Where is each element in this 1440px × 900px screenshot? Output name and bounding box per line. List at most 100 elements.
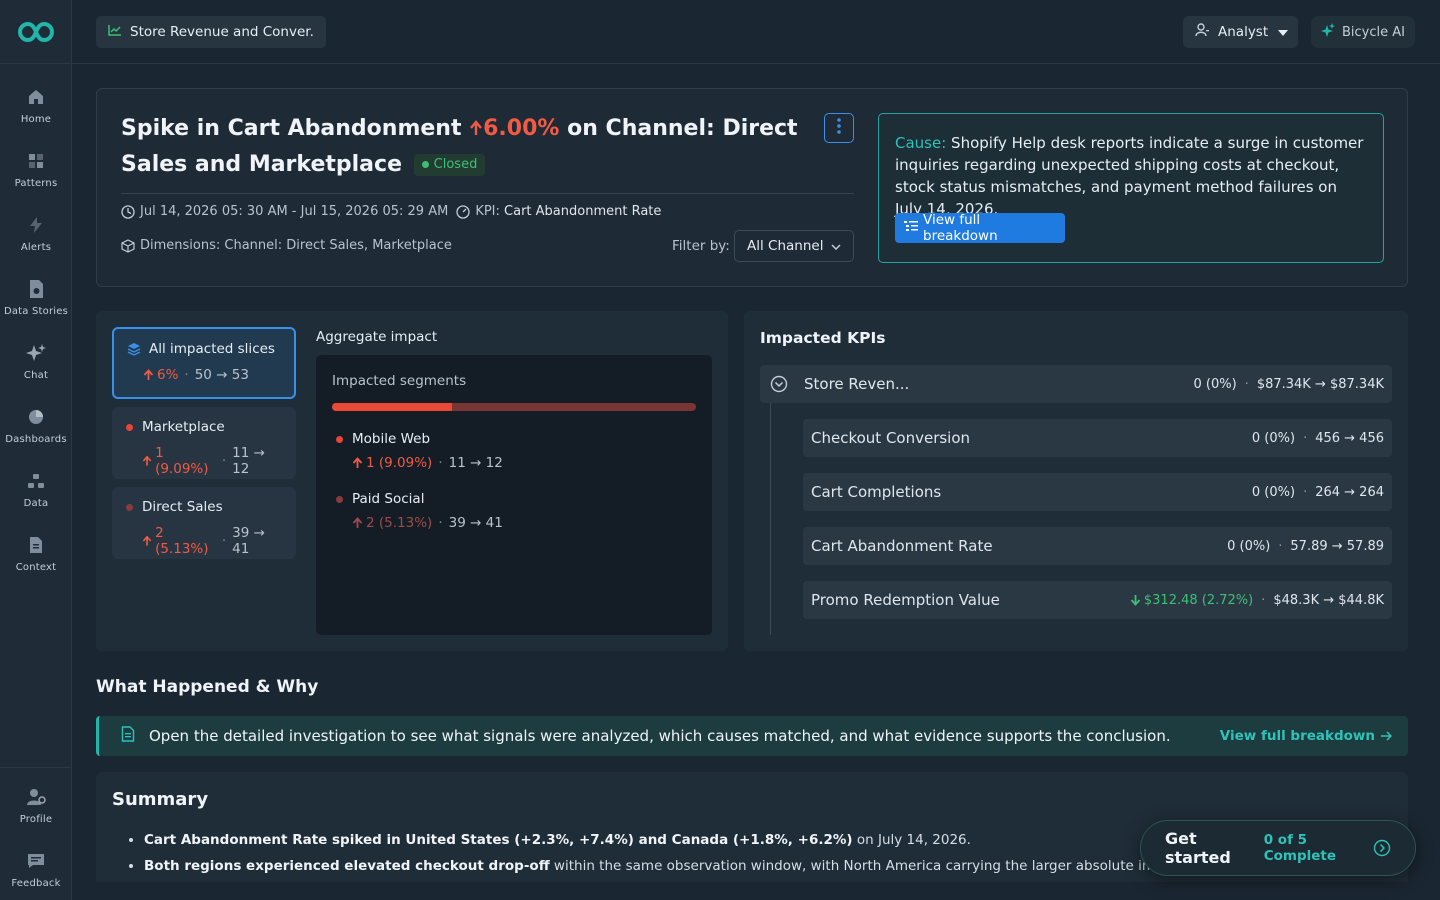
kpi-range: 456 → 456 — [1315, 430, 1384, 446]
sidebar: Home Patterns Alerts Data Stories Chat D… — [0, 0, 72, 900]
color-dot — [336, 495, 343, 503]
status-dot — [421, 161, 429, 168]
impacted-kpis-heading: Impacted KPIs — [760, 329, 886, 347]
role-label: Analyst — [1218, 24, 1269, 40]
separator: · — [221, 533, 227, 549]
slice-direct-sales[interactable]: Direct Sales 2 (5.13%) · 39 → 41 — [112, 487, 296, 559]
color-dot — [336, 435, 343, 443]
view-full-breakdown-button[interactable]: View full breakdown — [895, 212, 1065, 244]
sidebar-item-home[interactable]: Home — [0, 86, 72, 125]
segment-change: 1 (9.09%) — [352, 455, 432, 471]
color-dot — [126, 503, 133, 511]
kpi-name: Cart Completions — [811, 483, 942, 501]
get-started-widget[interactable]: Get started 0 of 5 Complete — [1140, 820, 1416, 876]
title-change-value: 6.00% — [483, 116, 560, 141]
slice-values: 2 (5.13%) · 39 → 41 — [126, 525, 282, 557]
kpi-row-parent[interactable]: Store Reven... 0 (0%) · $87.34K → $87.34K — [760, 365, 1392, 403]
document-icon — [25, 534, 47, 556]
view-full-breakdown-link[interactable]: View full breakdown — [1220, 728, 1392, 744]
more-options-button[interactable] — [824, 113, 854, 143]
segment-mobile-web: Mobile Web 1 (9.09%) · 11 → 12 — [336, 431, 503, 471]
slice-values: 6% · 50 → 53 — [127, 367, 281, 383]
kpi-values: 0 (0%) · 456 → 456 — [1252, 431, 1384, 446]
filter-label: Filter by: — [672, 238, 730, 254]
kpi-change: 0 (0%) — [1251, 484, 1296, 500]
segment-values: 2 (5.13%) · 39 → 41 — [336, 515, 503, 531]
sidebar-item-data-stories[interactable]: Data Stories — [0, 278, 72, 317]
kpi-value: Cart Abandonment Rate — [504, 204, 662, 219]
time-range: Jul 14, 2026 05: 30 AM - Jul 15, 2026 05… — [140, 204, 449, 219]
slice-all-impacted[interactable]: All impacted slices 6% · 50 → 53 — [112, 327, 296, 399]
sidebar-item-label: Patterns — [14, 178, 58, 189]
segment-range: 39 → 41 — [448, 515, 503, 531]
banner-text: Open the detailed investigation to see w… — [149, 727, 1171, 745]
kpi-change-value: $312.48 (2.72%) — [1143, 592, 1254, 608]
kpi-row-promo-redemption-value[interactable]: Promo Redemption Value $312.48 (2.72%) · $… — [803, 581, 1392, 619]
gauge-icon — [456, 204, 470, 219]
kpi-values: 0 (0%) · 57.89 → 57.89 — [1227, 539, 1384, 554]
slice-change: 2 (5.13%) — [142, 525, 216, 557]
sidebar-bottom: Profile Feedback — [0, 767, 72, 900]
line-chart-icon — [108, 24, 122, 40]
impacted-kpis-panel: Impacted KPIs Store Reven... 0 (0%) · $87.… — [744, 311, 1408, 651]
kpi-values: $312.48 (2.72%) · $48.3K → $44.8K — [1130, 593, 1384, 608]
segment-name: Mobile Web — [336, 431, 503, 447]
kpi-name: Checkout Conversion — [811, 429, 971, 447]
sidebar-item-dashboards[interactable]: Dashboards — [0, 406, 72, 445]
profile-icon — [25, 786, 47, 808]
sidebar-item-data[interactable]: Data — [0, 470, 72, 509]
kpi-values: 0 (0%) · $87.34K → $87.34K — [1194, 377, 1385, 392]
collapse-icon[interactable] — [770, 375, 788, 393]
summary-list: Cart Abandonment Rate spiked in United S… — [144, 832, 1189, 884]
impacted-slices-panel: All impacted slices 6% · 50 → 53 Marketp… — [96, 311, 728, 651]
slice-range: 50 → 53 — [194, 367, 249, 383]
bicycle-ai-button[interactable]: Bicycle AI — [1311, 16, 1415, 48]
sidebar-item-chat[interactable]: Chat — [0, 342, 72, 381]
top-bar: Store Revenue and Conver... Analyst Bicy… — [72, 0, 1440, 64]
button-label: View full breakdown — [923, 212, 998, 244]
sidebar-item-feedback[interactable]: Feedback — [0, 850, 72, 889]
data-stories-icon — [25, 278, 47, 300]
page-title: Spike in Cart Abandonment 6.00% on Chann… — [121, 111, 801, 183]
separator: · — [1303, 430, 1308, 446]
segment-change-value: 2 (5.13%) — [366, 515, 433, 531]
slice-name: Marketplace — [126, 419, 282, 435]
sidebar-item-label: Profile — [19, 814, 53, 825]
sidebar-item-alerts[interactable]: Alerts — [0, 214, 72, 253]
sidebar-item-profile[interactable]: Profile — [0, 786, 72, 825]
kpi-row-cart-abandonment-rate[interactable]: Cart Abandonment Rate 0 (0%) · 57.89 → 57.… — [803, 527, 1392, 565]
segment-label: Mobile Web — [352, 431, 431, 447]
cause-box: Cause: Shopify Help desk reports indicat… — [878, 113, 1384, 263]
kpi-change: 0 (0%) — [1227, 538, 1271, 554]
slice-marketplace[interactable]: Marketplace 1 (9.09%) · 11 → 12 — [112, 407, 296, 479]
clock-icon — [121, 204, 135, 219]
bicycle-logo[interactable] — [0, 0, 71, 64]
segment-change: 2 (5.13%) — [352, 515, 432, 531]
investigation-banner: Open the detailed investigation to see w… — [96, 716, 1408, 756]
sidebar-item-label: Data — [23, 498, 49, 509]
sidebar-item-patterns[interactable]: Patterns — [0, 150, 72, 189]
feedback-icon — [25, 850, 47, 872]
kpi-label: KPI: — [475, 204, 500, 219]
caret-down-icon — [1278, 24, 1289, 40]
bicycle-ai-label: Bicycle AI — [1342, 24, 1405, 40]
aggregate-impact-box: Impacted segments Mobile Web 1 (9.09%) ·… — [316, 355, 712, 635]
kpi-name: Promo Redemption Value — [811, 591, 1000, 609]
color-dot — [126, 423, 133, 431]
slice-name: All impacted slices — [127, 341, 281, 357]
kpi-row-cart-completions[interactable]: Cart Completions 0 (0%) · 264 → 264 — [803, 473, 1392, 511]
link-label: View full breakdown — [1219, 728, 1375, 744]
separator: · — [438, 455, 443, 471]
kpi-change: $312.48 (2.72%) — [1130, 593, 1253, 608]
sidebar-item-context[interactable]: Context — [0, 534, 72, 573]
breadcrumb-title: Store Revenue and Conver... — [130, 24, 314, 40]
breadcrumb[interactable]: Store Revenue and Conver... — [96, 16, 326, 48]
impact-share-fill — [332, 403, 453, 411]
channel-filter-select[interactable]: All Channel — [734, 230, 854, 262]
kpi-row-checkout-conversion[interactable]: Checkout Conversion 0 (0%) · 456 → 456 — [803, 419, 1392, 457]
title-change: 6.00% — [469, 116, 559, 141]
role-dropdown[interactable]: Analyst — [1183, 16, 1298, 48]
kpi-name: Store Reven... — [804, 375, 910, 393]
meta-row: Jul 14, 2026 05: 30 AM - Jul 15, 2026 05… — [121, 204, 661, 219]
slice-values: 1 (9.09%) · 11 → 12 — [126, 445, 282, 477]
